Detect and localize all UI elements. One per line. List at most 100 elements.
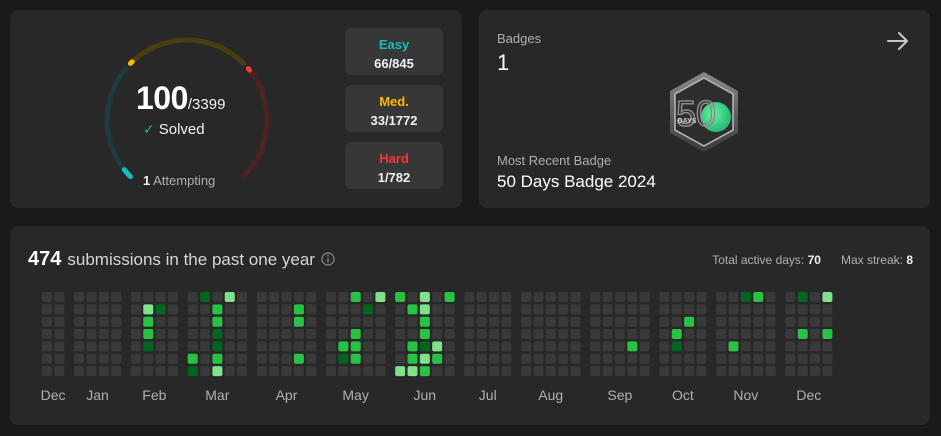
- heatmap-cell[interactable]: [419, 341, 430, 352]
- heatmap-cell[interactable]: [74, 366, 85, 377]
- submission-heatmap[interactable]: [10, 226, 930, 386]
- heatmap-cell[interactable]: [326, 316, 336, 327]
- heatmap-cell[interactable]: [419, 292, 430, 302]
- heatmap-cell[interactable]: [627, 329, 638, 340]
- heatmap-cell[interactable]: [350, 316, 361, 327]
- heatmap-cell[interactable]: [155, 341, 166, 352]
- heatmap-cell[interactable]: [200, 366, 211, 377]
- heatmap-cell[interactable]: [167, 316, 178, 327]
- heatmap-cell[interactable]: [306, 316, 317, 327]
- heatmap-cell[interactable]: [696, 341, 707, 352]
- heatmap-cell[interactable]: [212, 304, 223, 315]
- heatmap-cell[interactable]: [810, 353, 821, 364]
- heatmap-cell[interactable]: [167, 353, 178, 364]
- heatmap-cell[interactable]: [363, 316, 374, 327]
- heatmap-cell[interactable]: [545, 341, 556, 352]
- heatmap-cell[interactable]: [614, 304, 625, 315]
- heatmap-cell[interactable]: [533, 316, 544, 327]
- heatmap-cell[interactable]: [432, 366, 443, 377]
- heatmap-cell[interactable]: [602, 329, 613, 340]
- heatmap-cell[interactable]: [237, 341, 248, 352]
- heatmap-cell[interactable]: [489, 353, 499, 364]
- heatmap-cell[interactable]: [822, 304, 833, 315]
- heatmap-cell[interactable]: [187, 341, 198, 352]
- heatmap-cell[interactable]: [627, 304, 638, 315]
- heatmap-cell[interactable]: [740, 292, 751, 302]
- heatmap-cell[interactable]: [293, 329, 304, 340]
- heatmap-cell[interactable]: [212, 353, 223, 364]
- heatmap-cell[interactable]: [42, 341, 52, 352]
- heatmap-cell[interactable]: [797, 316, 808, 327]
- heatmap-cell[interactable]: [363, 353, 374, 364]
- heatmap-cell[interactable]: [785, 329, 796, 340]
- heatmap-cell[interactable]: [785, 316, 796, 327]
- heatmap-cell[interactable]: [570, 341, 581, 352]
- heatmap-cell[interactable]: [765, 329, 776, 340]
- heatmap-cell[interactable]: [464, 353, 475, 364]
- heatmap-cell[interactable]: [269, 366, 280, 377]
- heatmap-cell[interactable]: [86, 304, 97, 315]
- heatmap-cell[interactable]: [155, 292, 166, 302]
- heatmap-cell[interactable]: [639, 353, 650, 364]
- heatmap-cell[interactable]: [54, 292, 65, 302]
- heatmap-cell[interactable]: [54, 366, 65, 377]
- heatmap-cell[interactable]: [476, 353, 487, 364]
- heatmap-cell[interactable]: [407, 353, 418, 364]
- heatmap-cell[interactable]: [602, 353, 613, 364]
- heatmap-cell[interactable]: [395, 292, 406, 302]
- heatmap-cell[interactable]: [350, 292, 361, 302]
- heatmap-cell[interactable]: [375, 316, 386, 327]
- heatmap-cell[interactable]: [765, 304, 776, 315]
- heatmap-cell[interactable]: [740, 304, 751, 315]
- heatmap-cell[interactable]: [143, 316, 154, 327]
- heatmap-cell[interactable]: [639, 329, 650, 340]
- heatmap-cell[interactable]: [476, 329, 487, 340]
- heatmap-cell[interactable]: [558, 304, 569, 315]
- heatmap-cell[interactable]: [785, 292, 796, 302]
- heatmap-cell[interactable]: [224, 292, 235, 302]
- heatmap-cell[interactable]: [521, 341, 532, 352]
- heatmap-cell[interactable]: [143, 292, 154, 302]
- heatmap-cell[interactable]: [54, 329, 65, 340]
- heatmap-cell[interactable]: [187, 329, 198, 340]
- heatmap-cell[interactable]: [130, 329, 141, 340]
- heatmap-cell[interactable]: [728, 304, 739, 315]
- heatmap-cell[interactable]: [200, 304, 211, 315]
- heatmap-cell[interactable]: [130, 316, 141, 327]
- heatmap-cell[interactable]: [696, 329, 707, 340]
- heatmap-cell[interactable]: [545, 329, 556, 340]
- heatmap-cell[interactable]: [570, 292, 581, 302]
- heatmap-cell[interactable]: [395, 329, 406, 340]
- heatmap-cell[interactable]: [130, 304, 141, 315]
- heatmap-cell[interactable]: [489, 366, 499, 377]
- heatmap-cell[interactable]: [42, 353, 52, 364]
- heatmap-cell[interactable]: [306, 353, 317, 364]
- heatmap-cell[interactable]: [728, 292, 739, 302]
- heatmap-cell[interactable]: [614, 316, 625, 327]
- heatmap-cell[interactable]: [614, 366, 625, 377]
- heatmap-cell[interactable]: [684, 341, 695, 352]
- heatmap-cell[interactable]: [86, 341, 97, 352]
- heatmap-cell[interactable]: [212, 341, 223, 352]
- heatmap-cell[interactable]: [224, 366, 235, 377]
- heatmap-cell[interactable]: [350, 304, 361, 315]
- heatmap-cell[interactable]: [464, 341, 475, 352]
- heatmap-cell[interactable]: [810, 304, 821, 315]
- heatmap-cell[interactable]: [740, 366, 751, 377]
- heatmap-cell[interactable]: [293, 304, 304, 315]
- heatmap-cell[interactable]: [86, 353, 97, 364]
- heatmap-cell[interactable]: [212, 316, 223, 327]
- heatmap-cell[interactable]: [395, 304, 406, 315]
- heatmap-cell[interactable]: [765, 316, 776, 327]
- heatmap-cell[interactable]: [293, 353, 304, 364]
- heatmap-cell[interactable]: [269, 341, 280, 352]
- heatmap-cell[interactable]: [293, 366, 304, 377]
- heatmap-cell[interactable]: [684, 292, 695, 302]
- heatmap-cell[interactable]: [281, 366, 292, 377]
- heatmap-cell[interactable]: [533, 366, 544, 377]
- heatmap-cell[interactable]: [590, 341, 601, 352]
- heatmap-cell[interactable]: [558, 341, 569, 352]
- heatmap-cell[interactable]: [753, 353, 764, 364]
- heatmap-cell[interactable]: [74, 292, 85, 302]
- heatmap-cell[interactable]: [501, 366, 512, 377]
